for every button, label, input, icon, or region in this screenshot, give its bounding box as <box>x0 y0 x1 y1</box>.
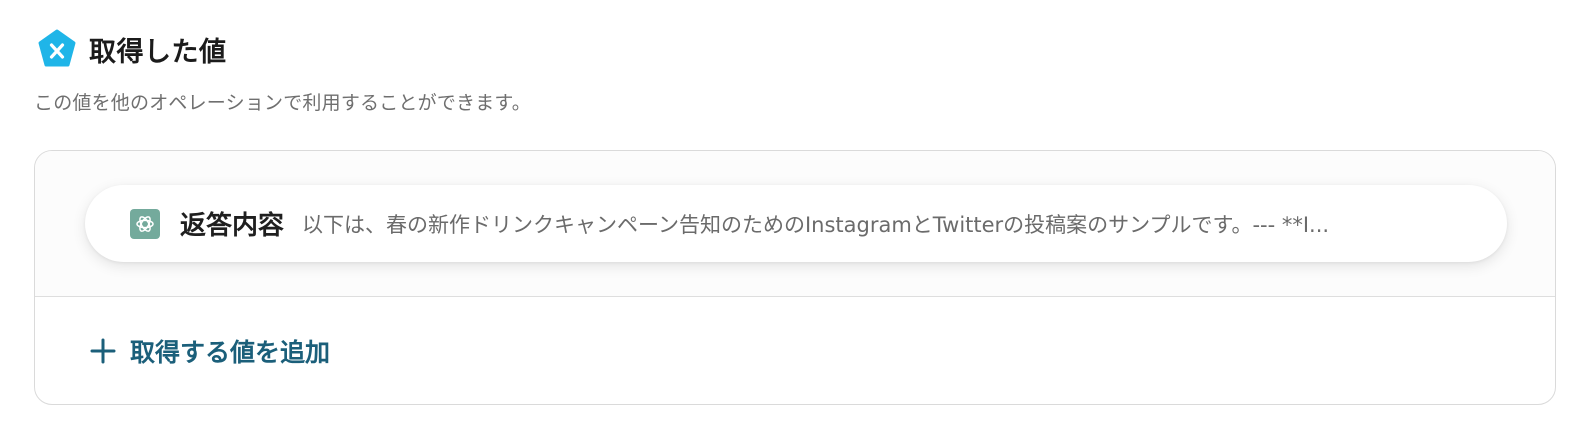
value-preview: 以下は、春の新作ドリンクキャンペーン告知のためのInstagramとTwitte… <box>302 212 1330 237</box>
plus-icon <box>90 338 116 364</box>
section-title: 取得した値 <box>89 36 227 68</box>
add-value-button[interactable]: 取得する値を追加 <box>90 333 330 369</box>
variable-x-icon <box>38 29 76 67</box>
openai-icon <box>130 208 160 239</box>
retrieved-values-panel: 取得した値 この値を他のオペレーションで利用することができます。 返答内容 以下… <box>0 0 1580 424</box>
section-description: この値を他のオペレーションで利用することができます。 <box>34 92 531 114</box>
section-header: 取得した値 <box>37 27 227 71</box>
values-list: 返答内容 以下は、春の新作ドリンクキャンペーン告知のためのInstagramとT… <box>35 151 1555 297</box>
value-name: 返答内容 <box>180 211 285 241</box>
value-chip-response[interactable]: 返答内容 以下は、春の新作ドリンクキャンペーン告知のためのInstagramとT… <box>85 185 1507 262</box>
values-card: 返答内容 以下は、春の新作ドリンクキャンペーン告知のためのInstagramとT… <box>34 150 1556 405</box>
add-value-label: 取得する値を追加 <box>130 338 331 367</box>
